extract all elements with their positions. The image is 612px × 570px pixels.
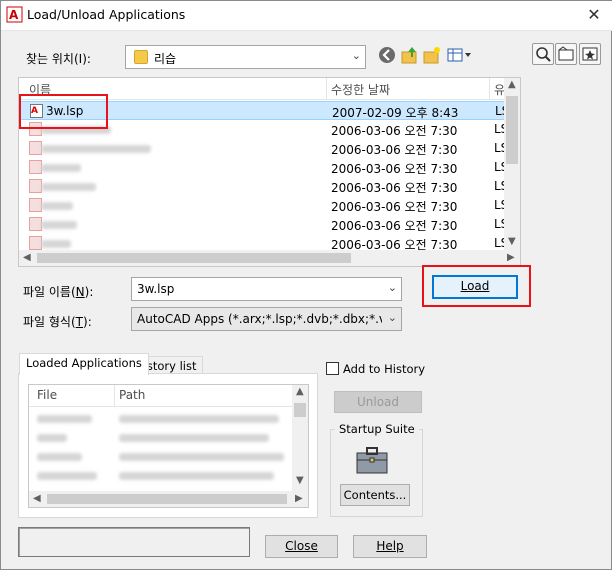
file-date: 2006-03-06 오전 7:30 [331, 124, 458, 138]
lookin-dropdown[interactable]: 리습 ⌄ [125, 45, 366, 69]
highlight-box-load [422, 265, 531, 307]
load-unload-dialog: A Load/Unload Applications ✕ 찾는 위치(I): 리… [0, 0, 612, 570]
filetype-value: AutoCAD Apps (*.arx;*.lsp;*.dvb;*.dbx;*.… [137, 312, 382, 326]
scroll-thumb[interactable] [47, 494, 287, 504]
scroll-down-icon[interactable]: ▼ [508, 236, 516, 247]
file-type: LS [494, 160, 504, 174]
chevron-down-icon: ⌄ [351, 49, 361, 62]
unload-button[interactable]: Unload [334, 391, 422, 413]
lookin-label: 찾는 위치(I): [26, 52, 91, 66]
file-type: LS [494, 198, 504, 212]
add-to-history-label[interactable]: Add to History [343, 362, 425, 376]
status-box [18, 527, 250, 557]
chevron-down-icon: ⌄ [387, 281, 397, 294]
file-date: 2006-03-06 오전 7:30 [331, 162, 458, 176]
file-row[interactable]: 2006-03-06 오전 7:30 LS [19, 196, 505, 215]
blurred-filename [41, 164, 81, 172]
file-date: 2006-03-06 오전 7:30 [331, 181, 458, 195]
file-type: LS [494, 141, 504, 155]
file-type: LS [494, 236, 504, 250]
filename-value: 3w.lsp [137, 282, 175, 296]
views-menu-icon[interactable] [446, 45, 474, 65]
title-bar: A Load/Unload Applications ✕ [1, 1, 612, 31]
scroll-up-icon[interactable]: ▲ [296, 386, 304, 397]
folder-tool-button[interactable] [555, 43, 577, 65]
scroll-left-icon[interactable]: ◀ [33, 493, 41, 504]
scroll-up-icon[interactable]: ▲ [508, 79, 516, 90]
autocad-app-icon: A [6, 6, 23, 23]
add-to-history-checkbox[interactable] [326, 362, 339, 375]
star-icon [582, 47, 598, 61]
close-window-icon[interactable]: ✕ [581, 3, 607, 27]
back-icon[interactable] [377, 45, 397, 65]
blurred-filename [41, 202, 73, 210]
tab-loaded-applications[interactable]: Loaded Applications [19, 353, 149, 375]
filename-label: 파일 이름(N): [23, 285, 94, 299]
briefcase-icon[interactable] [355, 445, 389, 475]
startup-suite-title: Startup Suite [335, 422, 419, 436]
window-title: Load/Unload Applications [27, 7, 186, 22]
blurred-filename [41, 240, 71, 248]
favorites-button[interactable] [579, 43, 601, 65]
blurred-filename [41, 145, 151, 153]
scroll-right-icon[interactable]: ▶ [295, 493, 303, 504]
file-date: 2006-03-06 오전 7:30 [331, 143, 458, 157]
blurred-filename [41, 221, 77, 229]
folder-icon [558, 46, 574, 61]
scroll-right-icon[interactable]: ▶ [507, 252, 515, 263]
svg-text:A: A [9, 8, 19, 22]
highlight-box-file [19, 94, 108, 129]
blurred-filename [41, 183, 96, 191]
help-button[interactable]: Help [353, 535, 427, 558]
scroll-thumb[interactable] [37, 253, 351, 263]
file-row[interactable]: 2006-03-06 오전 7:30 LS [19, 215, 505, 234]
list-item[interactable] [29, 409, 294, 428]
file-type: LS [494, 122, 504, 136]
column-file[interactable]: File [37, 388, 57, 402]
scroll-left-icon[interactable]: ◀ [23, 252, 31, 263]
horizontal-scrollbar[interactable]: ◀ ▶ [19, 250, 520, 266]
file-type: LS [494, 179, 504, 193]
column-path[interactable]: Path [119, 388, 145, 402]
vertical-scrollbar[interactable]: ▲ ▼ [292, 385, 308, 491]
find-file-button[interactable] [532, 43, 554, 65]
filetype-select[interactable]: AutoCAD Apps (*.arx;*.lsp;*.dvb;*.dbx;*.… [131, 307, 402, 331]
list-item[interactable] [29, 428, 294, 447]
lookin-value: 리습 [154, 52, 177, 66]
file-row[interactable]: 2006-03-06 오전 7:30 LS [19, 177, 505, 196]
file-row[interactable]: 2006-03-06 오전 7:30 LS [19, 158, 505, 177]
chevron-down-icon: ⌄ [387, 311, 397, 324]
horizontal-scrollbar[interactable]: ◀ ▶ [29, 491, 308, 507]
file-date: 2006-03-06 오전 7:30 [331, 219, 458, 233]
filename-input[interactable]: 3w.lsp ⌄ [131, 277, 402, 301]
column-date[interactable]: 수정한 날짜 [331, 81, 390, 98]
new-folder-icon[interactable] [422, 45, 442, 65]
scroll-thumb[interactable] [506, 96, 518, 164]
vertical-scrollbar[interactable]: ▲ ▼ [504, 78, 520, 252]
up-folder-icon[interactable] [400, 45, 420, 65]
folder-icon [134, 50, 148, 64]
scroll-thumb[interactable] [294, 403, 306, 417]
file-row[interactable]: 2006-03-06 오전 7:30 LS [19, 139, 505, 158]
loaded-apps-list[interactable]: File Path ▲ ▼ ◀ ▶ [28, 384, 309, 508]
search-icon [536, 47, 551, 62]
list-item[interactable] [29, 466, 294, 485]
file-date: 2006-03-06 오전 7:30 [331, 200, 458, 214]
scroll-down-icon[interactable]: ▼ [296, 475, 304, 486]
close-button[interactable]: Close [265, 535, 338, 558]
filetype-label: 파일 형식(T): [23, 315, 92, 329]
contents-button[interactable]: Contents... [340, 484, 410, 506]
list-item[interactable] [29, 447, 294, 466]
file-date: 2007-02-09 오후 8:43 [332, 106, 459, 120]
file-type: LS [494, 217, 504, 231]
loaded-list-header: File Path [29, 385, 294, 407]
